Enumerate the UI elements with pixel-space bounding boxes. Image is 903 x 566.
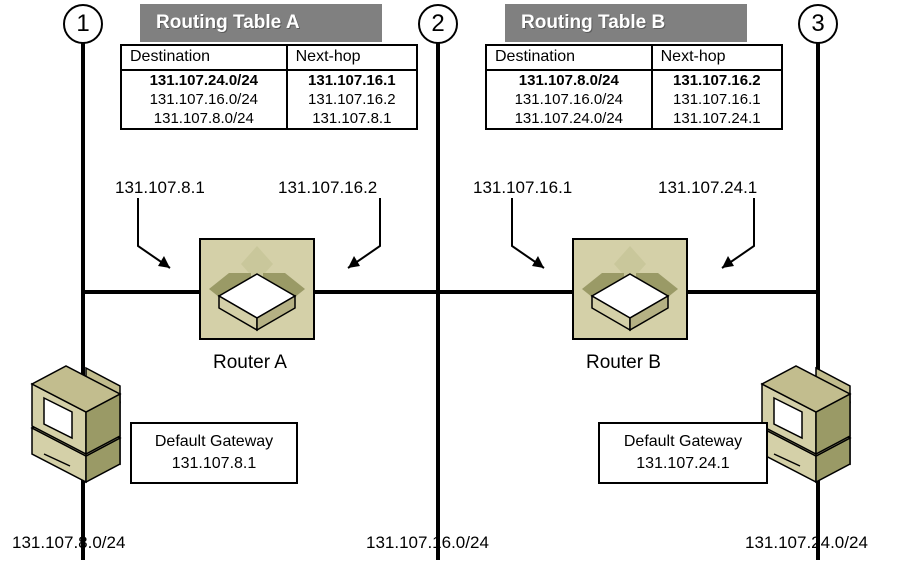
subnet-label-2: 131.107.16.0/24 <box>366 533 489 552</box>
cell-destination: 131.107.8.0/24 <box>518 72 619 89</box>
callout-marker-3: 3 <box>798 4 838 44</box>
host-computer-right-icon <box>760 365 852 484</box>
subnet-line-2 <box>436 40 440 560</box>
routing-table-a-title: Routing Table A <box>140 4 382 42</box>
callout-number: 3 <box>811 10 825 37</box>
router-a-icon <box>199 238 315 340</box>
arrow-router-a-right <box>347 198 381 269</box>
router-b-label: Router B <box>586 352 661 373</box>
network-routing-diagram: 1 2 3 Routing Table A Destination Next-h… <box>0 0 903 566</box>
subnet-label-3: 131.107.24.0/24 <box>745 533 868 552</box>
table-header-row: Destination Next-hop <box>487 46 781 71</box>
routing-table-b: Destination Next-hop 131.107.8.0/24 131.… <box>485 44 783 130</box>
cell-destination: 131.107.24.0/24 <box>514 110 624 127</box>
callout-marker-2: 2 <box>418 4 458 44</box>
default-gateway-ip: 131.107.8.1 <box>171 454 257 472</box>
interface-label-router-b-right: 131.107.24.1 <box>658 178 758 197</box>
arrow-router-b-left <box>511 198 545 269</box>
column-header-destination: Destination <box>487 46 652 71</box>
interface-label-router-b-left: 131.107.16.1 <box>473 178 573 197</box>
default-gateway-title: Default Gateway <box>623 433 743 450</box>
cell-destination: 131.107.16.0/24 <box>149 91 259 108</box>
default-gateway-box-left: Default Gateway 131.107.8.1 <box>130 422 298 484</box>
column-header-next-hop: Next-hop <box>285 46 416 71</box>
interface-label-router-a-left: 131.107.8.1 <box>115 178 205 197</box>
cell-next-hop: 131.107.16.2 <box>650 70 781 90</box>
routing-table-a-grid: Destination Next-hop 131.107.24.0/24 131… <box>122 46 416 128</box>
routing-table-b-grid: Destination Next-hop 131.107.8.0/24 131.… <box>487 46 781 128</box>
cell-destination: 131.107.8.0/24 <box>153 110 254 127</box>
cell-next-hop: 131.107.16.1 <box>285 70 416 90</box>
router-backbone-line <box>81 290 820 294</box>
callout-marker-1: 1 <box>63 4 103 44</box>
table-row: 131.107.8.0/24 131.107.8.1 <box>122 109 416 128</box>
callout-number: 1 <box>76 10 90 37</box>
routing-table-a: Destination Next-hop 131.107.24.0/24 131… <box>120 44 418 130</box>
router-b-icon <box>572 238 688 340</box>
cell-next-hop: 131.107.24.1 <box>650 109 781 128</box>
callout-number: 2 <box>431 10 445 37</box>
host-computer-left-icon <box>30 365 122 484</box>
interface-label-router-a-right: 131.107.16.2 <box>278 178 378 197</box>
table-header-row: Destination Next-hop <box>122 46 416 71</box>
default-gateway-title: Default Gateway <box>154 433 274 450</box>
column-header-next-hop: Next-hop <box>650 46 781 71</box>
arrow-router-a-left <box>137 198 171 269</box>
default-gateway-box-right: Default Gateway 131.107.24.1 <box>598 422 768 484</box>
cell-destination: 131.107.24.0/24 <box>149 72 259 89</box>
table-row: 131.107.24.0/24 131.107.16.1 <box>122 70 416 90</box>
subnet-label-1: 131.107.8.0/24 <box>12 533 126 552</box>
column-header-destination: Destination <box>122 46 287 71</box>
cell-next-hop: 131.107.16.2 <box>285 90 416 109</box>
routing-table-b-title: Routing Table B <box>505 4 747 42</box>
cell-destination: 131.107.16.0/24 <box>514 91 624 108</box>
router-a-label: Router A <box>213 352 287 373</box>
table-row: 131.107.8.0/24 131.107.16.2 <box>487 70 781 90</box>
cell-next-hop: 131.107.16.1 <box>650 90 781 109</box>
table-row: 131.107.16.0/24 131.107.16.1 <box>487 90 781 109</box>
table-row: 131.107.24.0/24 131.107.24.1 <box>487 109 781 128</box>
cell-next-hop: 131.107.8.1 <box>285 109 416 128</box>
arrow-router-b-right <box>721 198 755 269</box>
default-gateway-ip: 131.107.24.1 <box>636 454 730 472</box>
table-row: 131.107.16.0/24 131.107.16.2 <box>122 90 416 109</box>
